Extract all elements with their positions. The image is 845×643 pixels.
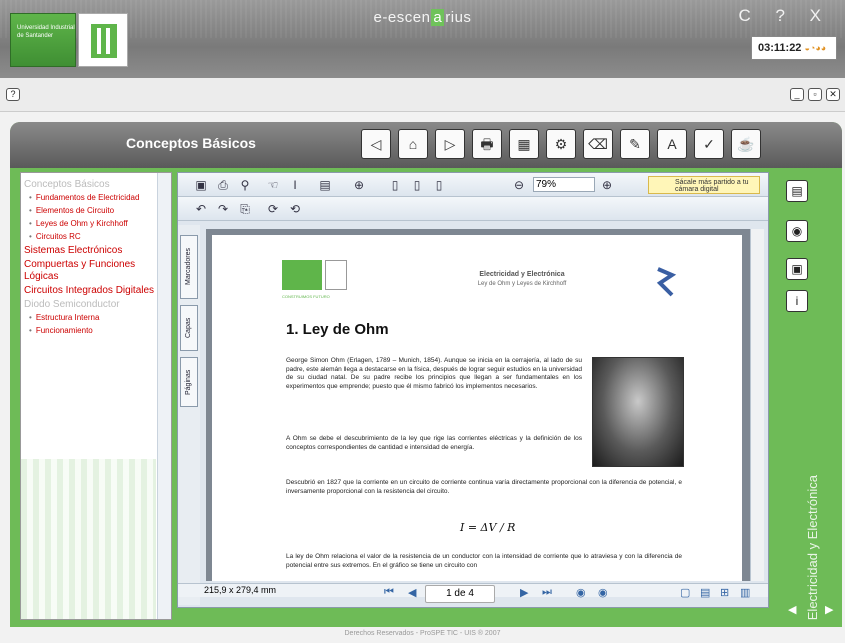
topic-link[interactable]: Estructura Interna [21, 313, 171, 323]
find-icon[interactable]: ⚲ [238, 178, 252, 192]
help-button[interactable]: ? [6, 88, 20, 101]
page-size-label: 215,9 x 279,4 mm [204, 585, 277, 595]
document-area[interactable]: CONSTRUIMOS FUTURO Electricidad y Electr… [206, 229, 754, 581]
zoom-out-icon[interactable]: ⊖ [512, 178, 526, 192]
notes-icon[interactable]: ✎ [620, 129, 650, 159]
footer-copyright: Derechos Reservados - ProSPE TIC - UIS ®… [344, 630, 501, 637]
topic-link[interactable]: Elementos de Circuito [21, 206, 171, 216]
first-page-icon[interactable]: ⏮ [384, 586, 394, 599]
promo-banner[interactable]: Sácale más partido a tu cámara digital [648, 176, 760, 194]
document-seal [325, 260, 347, 290]
tab-capas[interactable]: Capas [180, 305, 198, 351]
rotate-ccw-icon[interactable]: ⟲ [288, 202, 302, 216]
topic-sidebar: Conceptos Básicos Fundamentos de Electric… [20, 172, 172, 620]
minimize-button[interactable]: _ [790, 88, 804, 101]
tab-paginas[interactable]: Páginas [180, 357, 198, 407]
eraser-icon[interactable]: ⌫ [583, 129, 613, 159]
facing-page-icon[interactable]: ⊞ [720, 586, 729, 599]
cup-icon[interactable]: ☕ [731, 129, 761, 159]
topic-heading[interactable]: Diodo Semiconductor [21, 299, 171, 311]
topic-heading[interactable]: Conceptos Básicos [21, 179, 171, 191]
document-scrollbar[interactable] [750, 229, 764, 581]
snapshot-icon[interactable]: ▤ [318, 178, 332, 192]
clock: 03:11:22 ◒◔◕◕ [751, 36, 837, 60]
viewer-toolbar-2: ↶ ↷ ⎘ ⟳ ⟲ [178, 197, 768, 221]
pdf-viewer: ▣ ⎙ ⚲ ☜ I ▤ ⊕ ▯ ▯ ▯ ⊖ 79% ⊕ Sácale más p… [177, 172, 769, 608]
side-tabs: Marcadores Capas Páginas [178, 225, 200, 605]
rotate-icon[interactable]: ⟳ [266, 202, 280, 216]
print-icon[interactable]: 🖶 [472, 129, 502, 159]
document-header-subtitle: Ley de Ohm y Leyes de Kirchhoff [477, 281, 567, 287]
fit-width-icon[interactable]: ▯ [432, 178, 446, 192]
logo-caption: CONSTRUIMOS FUTURO [282, 294, 330, 299]
side-course-label: Electricidad y Electrónica [805, 475, 820, 621]
tools-icon[interactable]: ✓ [694, 129, 724, 159]
single-page-icon[interactable]: ▢ [680, 586, 690, 599]
document-header-title: Electricidad y Electrónica [479, 271, 565, 278]
topic-link[interactable]: Fundamentos de Electricidad [21, 193, 171, 203]
copy-icon[interactable]: ⎘ [238, 202, 252, 216]
back-view-icon[interactable]: ◉ [576, 586, 586, 599]
document-page: CONSTRUIMOS FUTURO Electricidad y Electr… [212, 235, 742, 581]
next-icon[interactable]: ▷ [435, 129, 465, 159]
select-text-icon[interactable]: I [288, 178, 302, 192]
document-paragraph: La ley de Ohm relaciona el valor de la r… [286, 553, 682, 569]
zoom-plus-icon[interactable]: ⊕ [600, 178, 614, 192]
document-logo [282, 260, 322, 290]
zoom-select[interactable]: 79% [533, 177, 595, 192]
save-icon[interactable]: ▣ [194, 178, 208, 192]
continuous-facing-icon[interactable]: ▥ [740, 586, 750, 599]
close-button[interactable]: ✕ [826, 88, 840, 101]
zoom-in-icon[interactable]: ⊕ [352, 178, 366, 192]
ohm-formula: I = ΔV / R [460, 521, 516, 534]
ohm-portrait [592, 357, 684, 467]
topic-link[interactable]: Funcionamiento [21, 326, 171, 336]
home-icon[interactable]: ⌂ [398, 129, 428, 159]
top-bar: Universidad Industrial de Santander e-es… [0, 0, 845, 78]
page-indicator[interactable]: 1 de 4 [425, 585, 495, 603]
actual-size-icon[interactable]: ▯ [388, 178, 402, 192]
course-prev-icon[interactable]: ◀ [788, 603, 796, 616]
sidebar-scrollbar[interactable] [157, 173, 171, 619]
calculator-icon[interactable]: ▦ [509, 129, 539, 159]
continuous-page-icon[interactable]: ▤ [700, 586, 710, 599]
document-heading: 1. Ley de Ohm [286, 321, 389, 338]
document-paragraph: Descubrió en 1827 que la corriente en un… [286, 479, 682, 495]
prev-icon[interactable]: ◁ [361, 129, 391, 159]
topic-heading[interactable]: Sistemas Electrónicos [21, 245, 171, 257]
window-controls[interactable]: C ? X [738, 6, 831, 26]
secondary-bar: ? _ ▫ ✕ [0, 78, 845, 112]
restore-button[interactable]: ▫ [808, 88, 822, 101]
undo-icon[interactable]: ↶ [194, 202, 208, 216]
topic-list: Conceptos Básicos Fundamentos de Electric… [21, 173, 171, 336]
info-icon[interactable]: i [786, 290, 808, 312]
redo-icon[interactable]: ↷ [216, 202, 230, 216]
print-doc-icon[interactable]: ⎙ [216, 178, 230, 192]
video-icon[interactable]: ▣ [786, 258, 808, 280]
circuit-icon[interactable]: ⚙ [546, 129, 576, 159]
topic-heading[interactable]: Circuitos Integrados Digitales [21, 285, 171, 297]
course-next-icon[interactable]: ▶ [825, 603, 833, 616]
document-icon[interactable]: ▤ [786, 180, 808, 202]
prev-page-icon[interactable]: ◀ [408, 586, 416, 599]
dictionary-icon[interactable]: A [657, 129, 687, 159]
hand-tool-icon[interactable]: ☜ [266, 178, 280, 192]
topic-link[interactable]: Leyes de Ohm y Kirchhoff [21, 219, 171, 229]
audio-icon[interactable]: ◉ [786, 220, 808, 242]
last-page-icon[interactable]: ⏭ [542, 586, 552, 599]
document-paragraph: George Simon Ohm (Erlagen, 1789 – Munich… [286, 357, 582, 390]
forward-view-icon[interactable]: ◉ [598, 586, 608, 599]
next-page-icon[interactable]: ▶ [520, 586, 528, 599]
fit-page-icon[interactable]: ▯ [410, 178, 424, 192]
app-title: e-escen a rius [373, 9, 472, 26]
tab-marcadores[interactable]: Marcadores [180, 235, 198, 299]
topic-heading[interactable]: Compuertas y Funciones Lógicas [21, 259, 171, 283]
brand-swoosh-icon [656, 267, 677, 297]
viewer-toolbar-1: ▣ ⎙ ⚲ ☜ I ▤ ⊕ ▯ ▯ ▯ ⊖ 79% ⊕ Sácale más p… [178, 173, 768, 197]
section-title: Conceptos Básicos [126, 135, 256, 151]
document-paragraph: A Ohm se debe el descubrimiento de la le… [286, 435, 582, 451]
topic-link[interactable]: Circuitos RC [21, 232, 171, 242]
